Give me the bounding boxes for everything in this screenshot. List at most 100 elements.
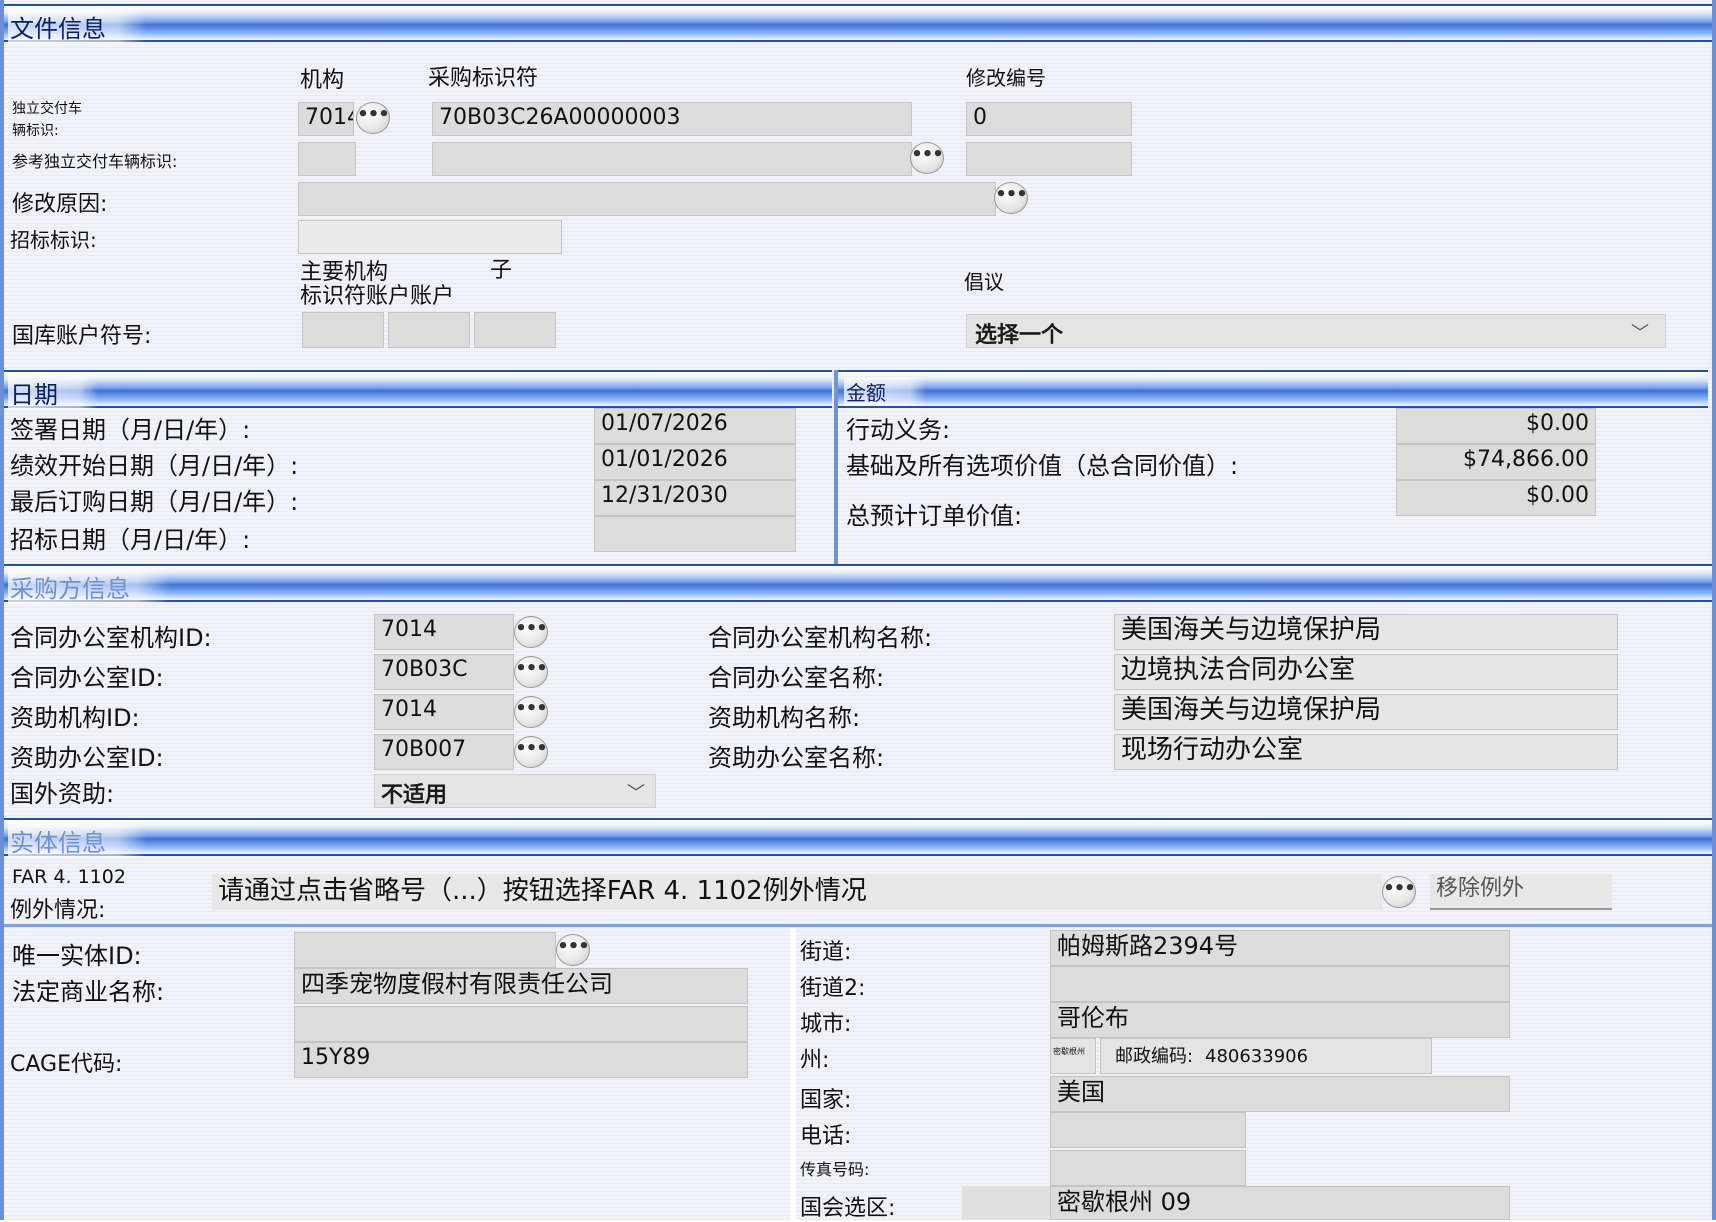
foreign-funding-label: 国外资助:	[10, 780, 115, 808]
fax-field[interactable]	[1050, 1150, 1246, 1186]
cage-field[interactable]: 15Y89	[294, 1042, 748, 1078]
legal-name-line2-field[interactable]	[294, 1006, 748, 1042]
amounts-header: 金额	[838, 370, 1708, 408]
far-exception-prompt: 请通过点击省略号（...）按钮选择FAR 4. 1102例外情况	[218, 876, 867, 906]
uei-field[interactable]	[294, 932, 556, 968]
file-info-title: 文件信息	[8, 9, 146, 44]
piid-agency-field[interactable]: 7014	[298, 102, 354, 136]
street2-field[interactable]	[1050, 966, 1510, 1002]
tas-sub-field[interactable]	[474, 312, 556, 348]
base-all-label: 基础及所有选项价值（总合同价值）:	[846, 452, 1239, 480]
foreign-funding-value: 不适用	[381, 783, 448, 808]
funding-agency-id-ellipsis-button[interactable]: •••	[514, 696, 548, 728]
solicit-date-label: 招标日期（月/日/年）:	[10, 526, 251, 554]
entity-divider	[4, 924, 1712, 927]
entity-column-divider	[790, 928, 796, 1220]
zip-label: 邮政编码:	[1115, 1046, 1194, 1067]
initiative-select[interactable]: 选择一个 ﹀	[966, 314, 1666, 348]
funding-agency-name-label: 资助机构名称:	[708, 704, 861, 732]
far-label-line1: FAR 4. 1102	[12, 866, 126, 888]
ref-piid-agency-field[interactable]	[298, 142, 356, 176]
form-page: { "sections": { "file_info": "文件信息", "da…	[0, 0, 1716, 1221]
tas-head-sub: 子	[490, 258, 513, 283]
piid-value-field[interactable]: 70B03C26A00000003	[432, 102, 912, 136]
state-label: 州:	[800, 1048, 830, 1073]
far-exception-ellipsis-button[interactable]: •••	[1382, 876, 1416, 908]
funding-agency-name-field[interactable]: 美国海关与边境保护局	[1114, 694, 1618, 730]
remove-exception-button[interactable]: 移除例外	[1430, 874, 1612, 910]
chevron-down-icon: ﹀	[1631, 323, 1649, 344]
country-field[interactable]: 美国	[1050, 1076, 1510, 1112]
initiative-label: 倡议	[964, 270, 1004, 294]
tas-account-field[interactable]	[388, 312, 470, 348]
ref-piid-ellipsis-button[interactable]: •••	[910, 142, 944, 174]
est-order-field[interactable]: $0.00	[1396, 480, 1596, 516]
base-all-field[interactable]: $74,866.00	[1396, 444, 1596, 480]
file-info-header: 文件信息	[4, 4, 1712, 44]
uei-ellipsis-button[interactable]: •••	[556, 934, 590, 966]
right-border	[1712, 0, 1716, 1220]
initiative-select-value: 选择一个	[975, 323, 1064, 348]
ref-mod-no-field[interactable]	[966, 142, 1132, 176]
solicitation-id-field[interactable]	[298, 220, 562, 254]
signed-date-field[interactable]: 01/07/2026	[594, 408, 796, 444]
district-prefix-field[interactable]	[962, 1186, 1050, 1220]
last-order-field[interactable]: 12/31/2030	[594, 480, 796, 516]
funding-office-id-label: 资助办公室ID:	[10, 744, 164, 772]
funding-agency-id-label: 资助机构ID:	[10, 704, 140, 732]
perf-start-field[interactable]: 01/01/2026	[594, 444, 796, 480]
purchaser-info-title: 采购方信息	[8, 569, 170, 604]
solicit-date-field[interactable]	[594, 516, 796, 552]
phone-label: 电话:	[800, 1124, 852, 1149]
last-order-label: 最后订购日期（月/日/年）:	[10, 488, 299, 516]
left-border	[0, 0, 4, 1220]
piid-agency-ellipsis-button[interactable]: •••	[356, 102, 390, 134]
city-label: 城市:	[800, 1012, 852, 1037]
dates-title: 日期	[8, 375, 98, 410]
tas-main-field[interactable]	[302, 312, 384, 348]
far-label-line2: 例外情况:	[10, 898, 106, 923]
funding-office-id-ellipsis-button[interactable]: •••	[514, 736, 548, 768]
far-exception-field[interactable]: 请通过点击省略号（...）按钮选择FAR 4. 1102例外情况	[212, 874, 1382, 910]
district-label: 国会选区:	[800, 1196, 896, 1221]
mod-reason-ellipsis-button[interactable]: •••	[994, 182, 1028, 214]
col-agency-label: 机构	[300, 68, 345, 93]
co-id-field[interactable]: 70B03C	[374, 654, 514, 690]
col-proc-id-label: 采购标识符	[428, 66, 539, 91]
co-agency-id-ellipsis-button[interactable]: •••	[514, 616, 548, 648]
ref-piid-label: 参考独立交付车辆标识:	[12, 152, 178, 171]
district-field[interactable]: 密歇根州 09	[1050, 1186, 1510, 1220]
street-field[interactable]: 帕姆斯路2394号	[1050, 930, 1510, 966]
zip-field[interactable]: 邮政编码: 480633906	[1100, 1038, 1432, 1074]
perf-start-label: 绩效开始日期（月/日/年）:	[10, 452, 299, 480]
tas-label: 国库账户符号:	[12, 324, 152, 349]
entity-info-header: 实体信息	[4, 818, 1712, 858]
foreign-funding-select[interactable]: 不适用 ﹀	[374, 774, 656, 808]
obligation-field[interactable]: $0.00	[1396, 408, 1596, 444]
tas-head-row2: 标识符账户账户	[300, 284, 455, 309]
co-id-ellipsis-button[interactable]: •••	[514, 656, 548, 688]
state-field[interactable]: 密歇根州	[1050, 1038, 1096, 1074]
co-name-field[interactable]: 边境执法合同办公室	[1114, 654, 1618, 690]
funding-office-id-field[interactable]: 70B007	[374, 734, 514, 770]
dates-amounts-divider	[834, 370, 838, 564]
mod-reason-field[interactable]	[298, 182, 996, 216]
phone-field[interactable]	[1050, 1112, 1246, 1148]
co-agency-name-label: 合同办公室机构名称:	[708, 624, 933, 652]
co-agency-id-field[interactable]: 7014	[374, 614, 514, 650]
funding-agency-id-field[interactable]: 7014	[374, 694, 514, 730]
piid-label: 独立交付车辆标识:	[12, 101, 82, 139]
co-id-label: 合同办公室ID:	[10, 664, 164, 692]
co-agency-name-field[interactable]: 美国海关与边境保护局	[1114, 614, 1618, 650]
solicitation-id-label: 招标标识:	[10, 228, 97, 252]
mod-no-field[interactable]: 0	[966, 102, 1132, 136]
ref-piid-value-field[interactable]	[432, 142, 912, 176]
legal-name-field[interactable]: 四季宠物度假村有限责任公司	[294, 968, 748, 1004]
mod-reason-label: 修改原因:	[12, 192, 108, 217]
est-order-label: 总预计订单价值:	[846, 502, 1023, 530]
uei-label: 唯一实体ID:	[12, 942, 142, 970]
legal-name-label: 法定商业名称:	[12, 978, 165, 1006]
city-field[interactable]: 哥伦布	[1050, 1002, 1510, 1038]
chevron-down-icon: ﹀	[627, 783, 645, 804]
funding-office-name-field[interactable]: 现场行动办公室	[1114, 734, 1618, 770]
